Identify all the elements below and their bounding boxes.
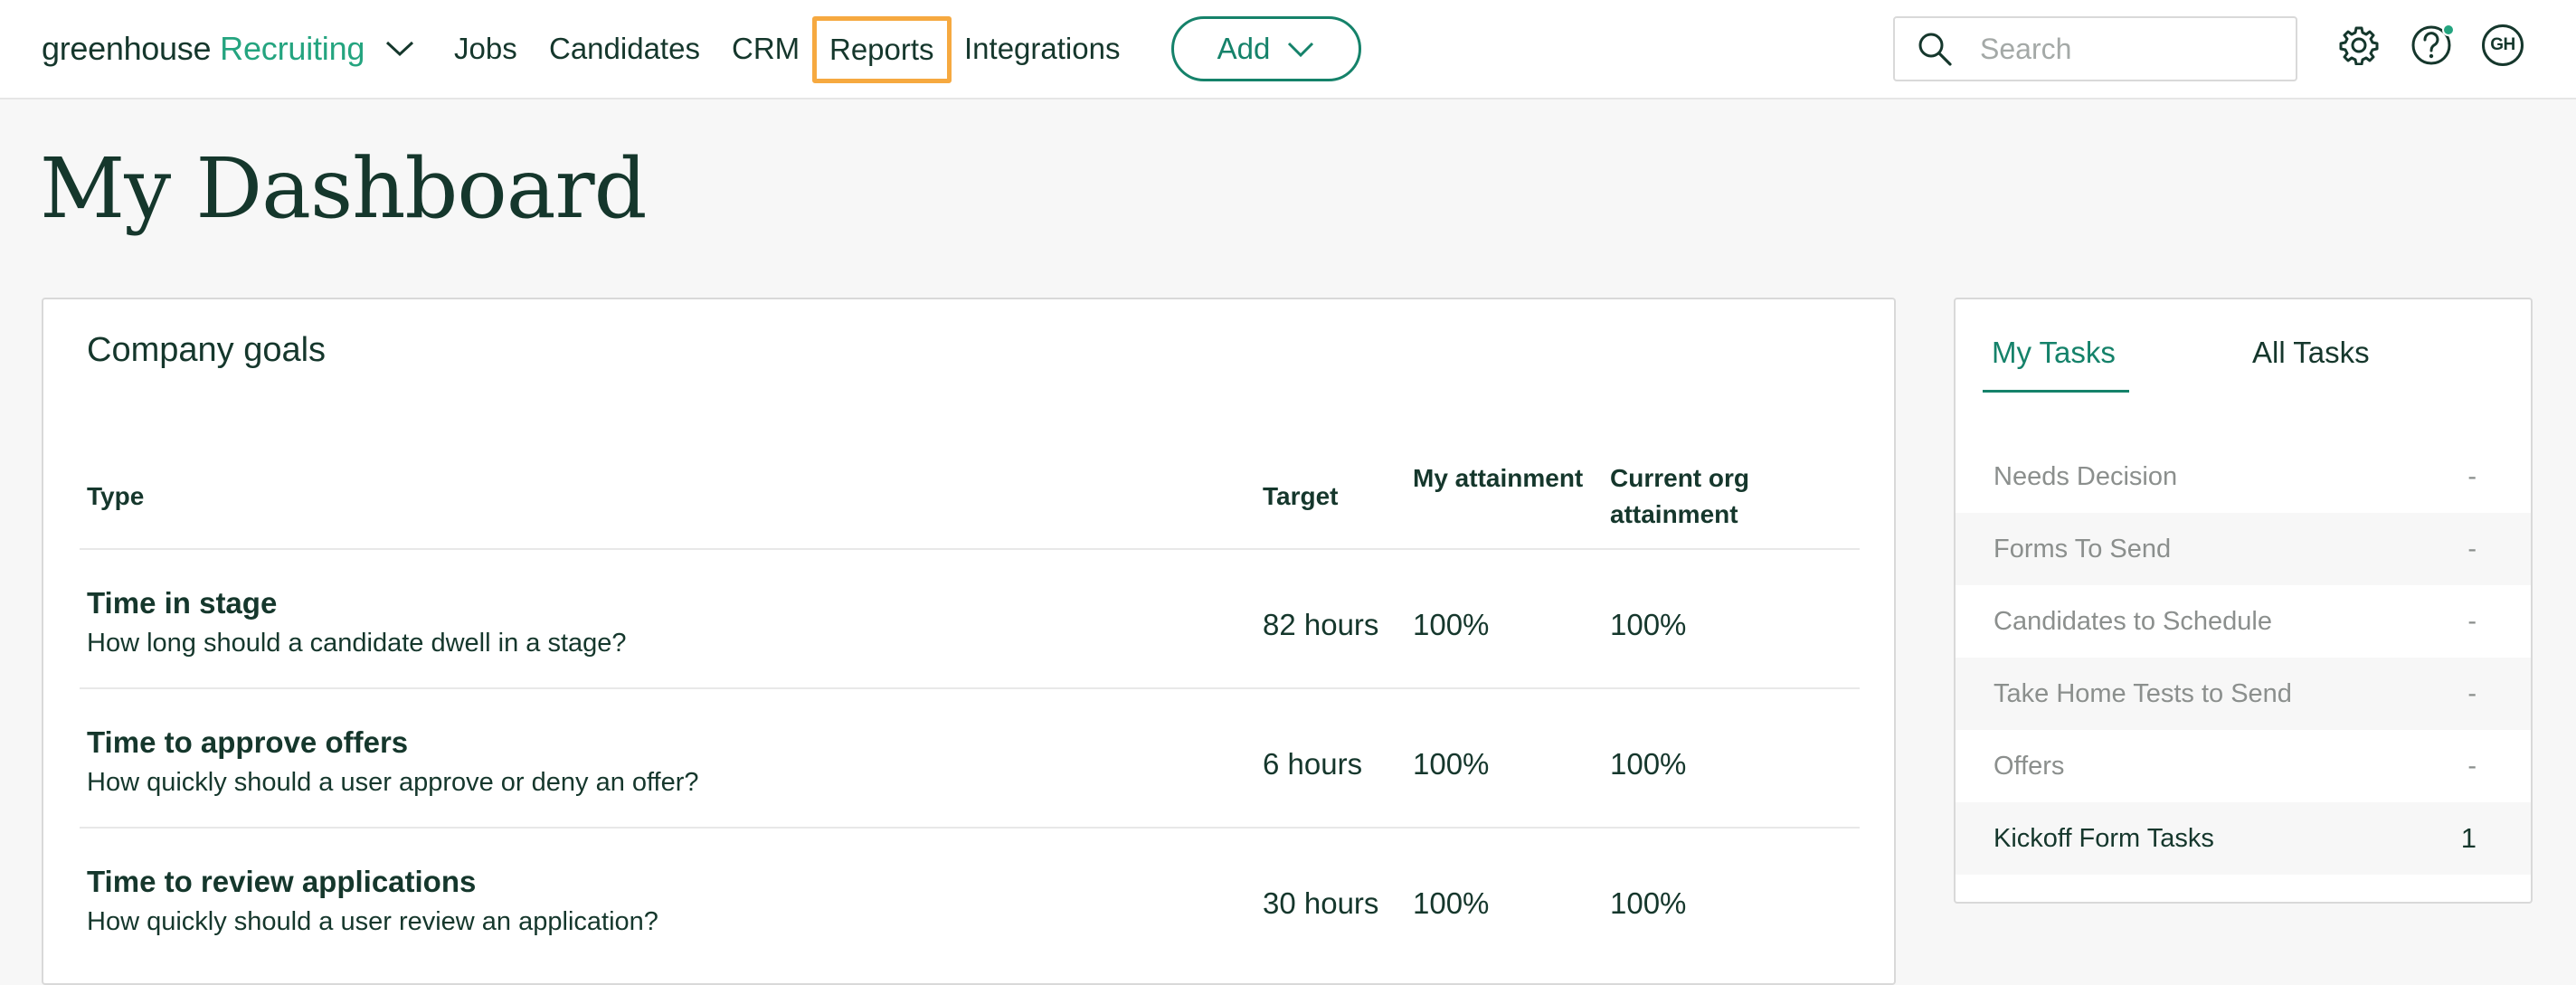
active-tab-indicator (1983, 390, 2129, 393)
task-count: - (2467, 606, 2477, 636)
search-box[interactable] (1893, 16, 2297, 81)
task-label: Forms To Send (1994, 534, 2172, 564)
column-header-org-attainment: Current org attainment (1610, 464, 1749, 528)
chevron-down-icon (1286, 32, 1315, 66)
task-count: - (2467, 461, 2477, 491)
goal-description: How long should a candidate dwell in a s… (87, 629, 627, 658)
search-icon (1917, 29, 1956, 69)
add-button-label: Add (1217, 32, 1271, 65)
task-item-offers[interactable]: Offers - (1956, 730, 2531, 802)
goal-target: 6 hours (1263, 747, 1363, 781)
tab-all-tasks[interactable]: All Tasks (2252, 336, 2370, 370)
product-switcher[interactable]: greenhouse Recruiting (42, 25, 415, 72)
task-item-kickoff-form-tasks[interactable]: Kickoff Form Tasks 1 (1956, 802, 2531, 875)
tab-my-tasks[interactable]: My Tasks (1992, 336, 2116, 370)
table-row: Time to approve offers How quickly shoul… (43, 689, 1898, 827)
goal-target: 30 hours (1263, 886, 1379, 920)
task-count: - (2467, 678, 2477, 708)
nav-jobs[interactable]: Jobs (454, 25, 517, 72)
nav-candidates[interactable]: Candidates (549, 25, 700, 72)
chevron-down-icon[interactable] (384, 33, 415, 64)
column-header-target: Target (1263, 482, 1339, 510)
table-row: Time to review applications How quickly … (43, 829, 1898, 966)
company-goals-title: Company goals (87, 331, 327, 369)
goal-target: 82 hours (1263, 608, 1379, 641)
task-count: - (2467, 751, 2477, 781)
task-item-needs-decision[interactable]: Needs Decision - (1956, 440, 2531, 513)
top-navigation-bar: greenhouse Recruiting Jobs Candidates CR… (0, 0, 2576, 99)
add-button[interactable]: Add (1171, 16, 1361, 81)
avatar[interactable]: GH (2482, 24, 2524, 66)
task-count: 1 (2460, 822, 2477, 854)
company-goals-card: Company goals Type Target My attainment … (42, 298, 1896, 985)
goal-org-attainment: 100% (1610, 608, 1687, 641)
goal-my-attainment: 100% (1413, 747, 1490, 781)
task-label: Candidates to Schedule (1994, 606, 2272, 636)
table-row: Time in stage How long should a candidat… (43, 550, 1898, 687)
logo-recruiting: Recruiting (220, 30, 365, 67)
goal-name: Time to review applications (87, 865, 477, 898)
task-item-take-home-tests[interactable]: Take Home Tests to Send - (1956, 658, 2531, 730)
goal-name: Time to approve offers (87, 725, 409, 759)
tasks-card: My Tasks All Tasks Needs Decision - Form… (1954, 298, 2533, 904)
goal-org-attainment: 100% (1610, 747, 1687, 781)
task-label: Needs Decision (1994, 461, 2178, 491)
task-item-candidates-to-schedule[interactable]: Candidates to Schedule - (1956, 585, 2531, 658)
nav-reports[interactable]: Reports (812, 16, 952, 83)
page-title: My Dashboard (40, 140, 647, 237)
nav-crm[interactable]: CRM (732, 25, 800, 72)
goal-description: How quickly should a user review an appl… (87, 907, 658, 936)
goal-org-attainment: 100% (1610, 886, 1687, 920)
goal-my-attainment: 100% (1413, 608, 1490, 641)
goal-my-attainment: 100% (1413, 886, 1490, 920)
task-label: Kickoff Form Tasks (1994, 823, 2214, 853)
search-input[interactable] (1980, 32, 2278, 66)
gear-icon[interactable] (2337, 24, 2381, 67)
logo-greenhouse: greenhouse (42, 30, 212, 67)
goal-name: Time in stage (87, 586, 278, 620)
notification-dot (2442, 24, 2455, 36)
task-label: Offers (1994, 751, 2065, 781)
nav-integrations[interactable]: Integrations (964, 25, 1120, 72)
task-label: Take Home Tests to Send (1994, 678, 2292, 708)
goal-description: How quickly should a user approve or den… (87, 768, 699, 797)
column-header-type: Type (87, 482, 145, 510)
task-item-forms-to-send[interactable]: Forms To Send - (1956, 513, 2531, 585)
column-header-my-attainment: My attainment (1413, 464, 1584, 492)
task-count: - (2467, 534, 2477, 564)
